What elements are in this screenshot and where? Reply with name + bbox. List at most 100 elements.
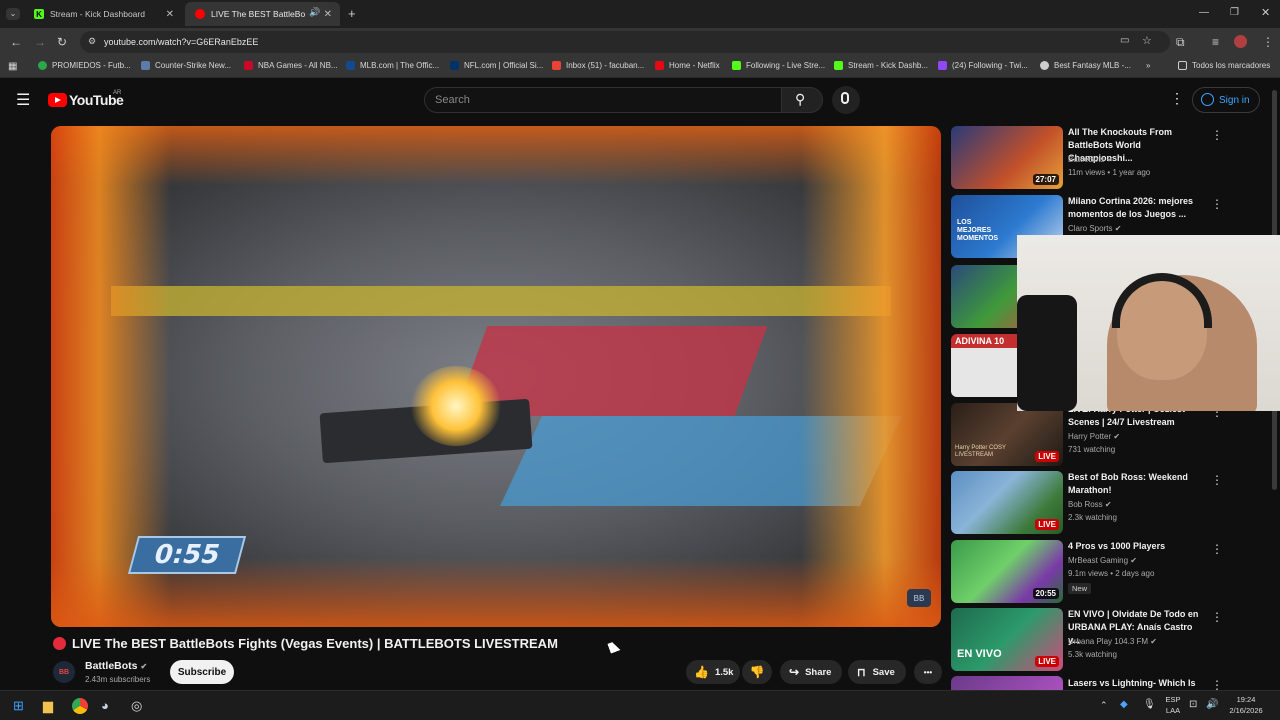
network-icon[interactable]: ⊡: [1189, 699, 1197, 710]
recommendation-title[interactable]: Lasers vs Lightning- Which Is: [1068, 677, 1206, 690]
recommendation-item[interactable]: EN VIVO LIVE EN VIVO | Olvidate De Todo …: [951, 608, 1271, 672]
recommendation-channel[interactable]: MrBeast Gaming ✔: [1068, 556, 1137, 565]
tab-kick-dashboard[interactable]: K Stream - Kick Dashboard ✕: [24, 2, 182, 26]
recommendation-title[interactable]: Best of Bob Ross: Weekend Marathon!: [1068, 471, 1206, 497]
more-bookmarks-button[interactable]: »: [1146, 61, 1150, 70]
extensions-icon[interactable]: ⧉: [1176, 35, 1185, 50]
close-tab-icon[interactable]: ✕: [324, 9, 332, 20]
recommendation-channel[interactable]: Bob Ross ✔: [1068, 500, 1112, 509]
tab-youtube-live[interactable]: LIVE The BEST BattleBo 🔊 ✕: [185, 2, 340, 26]
recommendation-channel[interactable]: BattleBots ✔: [1068, 155, 1113, 164]
windows-start-icon[interactable]: ⊞: [13, 698, 24, 714]
video-thumbnail[interactable]: 27:07: [951, 126, 1063, 189]
recommendation-item[interactable]: Harry Potter COSY LIVESTREAM LIVE LIVE: …: [951, 403, 1271, 467]
item-menu-icon[interactable]: ⋮: [1211, 542, 1223, 556]
cast-icon[interactable]: ▭: [1120, 35, 1129, 46]
reload-icon[interactable]: ↻: [57, 35, 67, 49]
bookmark-item[interactable]: (24) Following - Twi...: [938, 61, 1028, 70]
chrome-menu-icon[interactable]: ⋮: [1262, 35, 1274, 49]
dislike-button[interactable]: 👎: [742, 660, 772, 684]
recommendation-item[interactable]: 27:07 All The Knockouts From BattleBots …: [951, 126, 1271, 190]
bookmark-item[interactable]: MLB.com | The Offic...: [346, 61, 439, 70]
bookmark-item[interactable]: Following - Live Stre...: [732, 61, 825, 70]
clock-date[interactable]: 2/16/2026: [1226, 706, 1266, 715]
video-thumbnail[interactable]: [951, 676, 1063, 690]
channel-watermark[interactable]: BB: [907, 589, 931, 607]
audio-playing-icon[interactable]: 🔊: [309, 7, 320, 18]
youtube-logo-icon[interactable]: [48, 93, 67, 107]
search-button[interactable]: ⚲: [781, 87, 823, 113]
item-menu-icon[interactable]: ⋮: [1211, 610, 1223, 624]
file-explorer-icon[interactable]: ▆: [43, 698, 53, 714]
save-button[interactable]: ⊓ Save: [848, 660, 906, 684]
windows-taskbar: ⊞ ▆ ◕ ◎ ⌃ ◆ 🎙 ESP LAA ⊡ 🔊 19:24 2/16/202…: [0, 690, 1280, 720]
bookmark-favicon-icon: [38, 61, 47, 70]
language-bottom[interactable]: LAA: [1165, 706, 1181, 715]
bookmark-item[interactable]: NFL.com | Official Si...: [450, 61, 543, 70]
like-button[interactable]: 👍 1.5k: [686, 660, 740, 684]
video-thumbnail[interactable]: 20:55: [951, 540, 1063, 603]
more-actions-button[interactable]: •••: [914, 660, 942, 684]
thumbs-up-icon: 👍: [694, 665, 709, 679]
recommendation-title[interactable]: 4 Pros vs 1000 Players: [1068, 540, 1206, 553]
volume-icon[interactable]: 🔊: [1206, 699, 1218, 710]
bookmark-star-icon[interactable]: ☆: [1142, 34, 1152, 47]
all-bookmarks-folder[interactable]: Todos los marcadores: [1178, 61, 1270, 70]
share-button[interactable]: ↪ Share: [780, 660, 842, 684]
recommendation-channel[interactable]: Urbana Play 104.3 FM ✔: [1068, 637, 1157, 646]
recommendation-item[interactable]: 20:55 4 Pros vs 1000 Players MrBeast Gam…: [951, 540, 1271, 604]
back-icon[interactable]: ←: [10, 35, 22, 49]
bookmark-item[interactable]: PROMIEDOS - Futb...: [38, 61, 131, 70]
recommendation-channel[interactable]: Harry Potter ✔: [1068, 432, 1120, 441]
recommendation-meta: 9.1m views • 2 days ago: [1068, 569, 1155, 578]
settings-menu-icon[interactable]: ⋮: [1170, 90, 1184, 107]
recommendation-channel[interactable]: Claro Sports ✔: [1068, 224, 1121, 233]
sign-in-button[interactable]: Sign in: [1192, 87, 1260, 113]
forward-icon[interactable]: →: [34, 35, 46, 49]
language-top[interactable]: ESP: [1165, 695, 1181, 704]
video-thumbnail[interactable]: EN VIVO LIVE: [951, 608, 1063, 671]
item-menu-icon[interactable]: ⋮: [1211, 473, 1223, 487]
item-menu-icon[interactable]: ⋮: [1211, 197, 1223, 211]
recommendation-meta: 2.3k watching: [1068, 513, 1117, 522]
bookmark-item[interactable]: Inbox (51) - facuban...: [552, 61, 644, 70]
channel-name[interactable]: BattleBots ✔: [85, 660, 147, 672]
bookmark-item[interactable]: NBA Games - All NB...: [244, 61, 338, 70]
new-tab-button[interactable]: +: [348, 6, 356, 21]
maximize-icon[interactable]: ❐: [1230, 7, 1239, 18]
item-menu-icon[interactable]: ⋮: [1211, 678, 1223, 690]
media-control-icon[interactable]: ≡: [1212, 35, 1219, 49]
video-thumbnail[interactable]: Harry Potter COSY LIVESTREAM LIVE: [951, 403, 1063, 466]
bookmark-item[interactable]: Counter-Strike New...: [141, 61, 231, 70]
tray-app-icon[interactable]: ◆: [1120, 699, 1128, 710]
thumbs-down-icon: 👎: [749, 665, 765, 679]
hamburger-menu-icon[interactable]: ☰: [16, 90, 30, 110]
video-thumbnail[interactable]: LIVE: [951, 471, 1063, 534]
tray-overflow-icon[interactable]: ⌃: [1100, 700, 1108, 711]
obs-icon[interactable]: ◎: [131, 698, 142, 714]
address-field[interactable]: ⚙ youtube.com/watch?v=G6ERanEbzEE ▭ ☆: [80, 31, 1170, 53]
subscribe-button[interactable]: Subscribe: [170, 660, 234, 684]
bookmark-item[interactable]: Stream - Kick Dashb...: [834, 61, 928, 70]
tray-mic-icon[interactable]: 🎙: [1143, 699, 1156, 710]
tab-search-icon[interactable]: ⌄: [6, 8, 20, 20]
item-menu-icon[interactable]: ⋮: [1211, 128, 1223, 142]
voice-search-button[interactable]: [832, 86, 860, 114]
close-window-icon[interactable]: ✕: [1261, 6, 1270, 19]
video-player[interactable]: 0:55 BB: [51, 126, 941, 627]
clock-time[interactable]: 19:24: [1226, 695, 1266, 704]
minimize-icon[interactable]: —: [1199, 7, 1209, 18]
apps-icon[interactable]: ▦: [8, 61, 17, 72]
bookmark-item[interactable]: Home - Netflix: [655, 61, 720, 70]
chrome-icon[interactable]: [72, 698, 88, 714]
bookmark-item[interactable]: Best Fantasy MLB -...: [1040, 61, 1131, 70]
recommendation-item[interactable]: LIVE Best of Bob Ross: Weekend Marathon!…: [951, 471, 1271, 535]
recommendation-item[interactable]: Lasers vs Lightning- Which Is ⋮: [951, 676, 1271, 690]
steam-icon[interactable]: ◕: [101, 698, 109, 713]
recommendation-title[interactable]: Milano Cortina 2026: mejores momentos de…: [1068, 195, 1206, 221]
profile-avatar[interactable]: [1234, 35, 1247, 48]
site-info-icon[interactable]: ⚙: [88, 36, 96, 47]
search-input[interactable]: Search: [424, 87, 782, 113]
channel-avatar[interactable]: BB: [53, 661, 75, 683]
close-tab-icon[interactable]: ✕: [166, 9, 174, 20]
